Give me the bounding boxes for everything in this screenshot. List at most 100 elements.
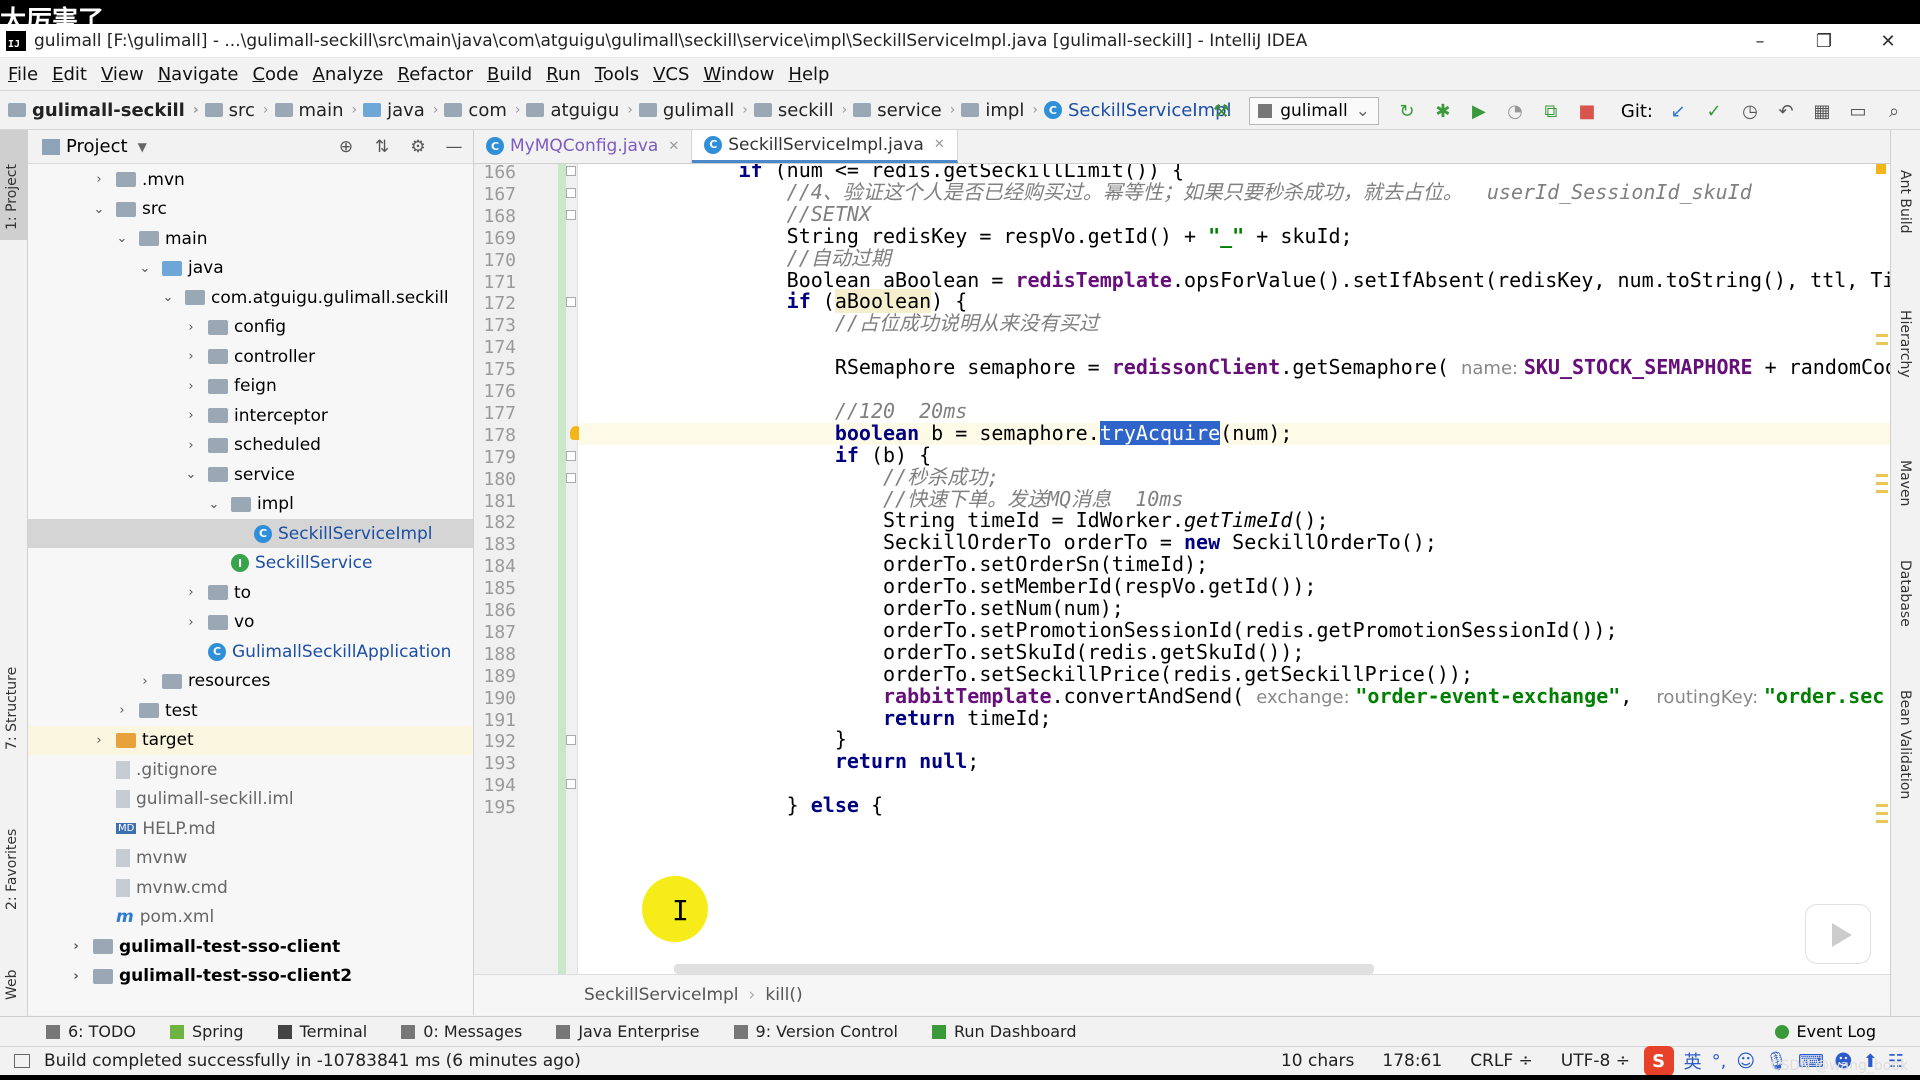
tool-java-enterprise[interactable]: Java Enterprise bbox=[556, 1022, 700, 1041]
minimize-button[interactable]: – bbox=[1728, 24, 1792, 58]
tool-project[interactable]: 1: Project bbox=[4, 164, 20, 230]
chevron-right-icon[interactable]: › bbox=[92, 733, 106, 748]
search-icon[interactable]: ⌕ bbox=[1883, 100, 1905, 122]
chevron-right-icon[interactable]: › bbox=[184, 379, 198, 394]
chevron-down-icon[interactable]: ▼ bbox=[138, 140, 147, 154]
tree-item[interactable]: ⌄ main bbox=[28, 224, 473, 253]
nav-crumb-main[interactable]: main › bbox=[274, 100, 357, 121]
tree-item[interactable]: › target bbox=[28, 725, 473, 755]
tree-item[interactable]: › controller bbox=[28, 342, 473, 371]
code-line[interactable]: //快速下单。发送MQ消息 10ms bbox=[594, 488, 1183, 511]
code-line[interactable]: //SETNX bbox=[594, 203, 871, 226]
menu-vcs[interactable]: VCS bbox=[653, 64, 689, 85]
code-line[interactable]: //120 20ms bbox=[594, 400, 967, 423]
menu-build[interactable]: Build bbox=[487, 64, 532, 85]
chevron-right-icon[interactable]: › bbox=[184, 408, 198, 423]
nav-crumb-module[interactable]: gulimall-seckill › bbox=[8, 100, 199, 121]
vcs-commit-icon[interactable]: ✓ bbox=[1703, 100, 1725, 122]
code-line[interactable]: orderTo.setOrderSn(timeId); bbox=[594, 553, 1208, 576]
code-line[interactable]: SeckillOrderTo orderTo = new SeckillOrde… bbox=[594, 531, 1437, 554]
tree-item[interactable]: mvnw.cmd bbox=[28, 873, 473, 902]
tool-favorites[interactable]: 2: Favorites bbox=[4, 829, 20, 910]
code-line[interactable]: orderTo.setMemberId(respVo.getId()); bbox=[594, 575, 1316, 598]
fold-marker[interactable] bbox=[566, 779, 576, 790]
fold-marker[interactable] bbox=[566, 297, 576, 308]
tree-item[interactable]: › gulimall-test-sso-client bbox=[28, 932, 473, 961]
rerun-icon[interactable]: ↻ bbox=[1396, 100, 1418, 122]
breadcrumb-class[interactable]: SeckillServiceImpl bbox=[584, 985, 739, 1005]
presentation-icon[interactable]: ▭ bbox=[1847, 100, 1869, 122]
tab-mymqconfig[interactable]: C MyMQConfig.java ✕ bbox=[474, 130, 693, 163]
tool-todo[interactable]: 6: TODO bbox=[46, 1022, 136, 1041]
menu-file[interactable]: File bbox=[8, 64, 38, 85]
nav-crumb-service[interactable]: service › bbox=[853, 100, 955, 121]
code-line[interactable]: //占位成功说明从来没有买过 bbox=[594, 312, 1099, 335]
tree-item[interactable]: › interceptor bbox=[28, 401, 473, 430]
tree-item[interactable]: › to bbox=[28, 578, 473, 607]
code-line[interactable]: //自动过期 bbox=[594, 247, 891, 270]
chevron-right-icon[interactable]: › bbox=[69, 939, 83, 954]
nav-crumb-impl[interactable]: impl › bbox=[961, 100, 1038, 121]
hide-panel-icon[interactable]: — bbox=[443, 136, 465, 158]
fold-marker[interactable] bbox=[566, 209, 576, 220]
locate-icon[interactable]: ⊕ bbox=[335, 136, 357, 158]
chevron-right-icon[interactable]: › bbox=[184, 320, 198, 335]
chevron-down-icon[interactable]: ⌄ bbox=[138, 261, 152, 276]
tool-spring[interactable]: Spring bbox=[169, 1022, 244, 1041]
status-toggle-icon[interactable] bbox=[14, 1054, 30, 1068]
tree-item[interactable]: › test bbox=[28, 696, 473, 725]
video-play-icon[interactable] bbox=[1805, 904, 1871, 964]
project-panel-title[interactable]: Project bbox=[66, 136, 128, 157]
chevron-right-icon[interactable]: › bbox=[92, 172, 106, 187]
fold-marker[interactable] bbox=[566, 450, 576, 461]
code-line[interactable]: Boolean aBoolean = redisTemplate.opsForV… bbox=[594, 269, 1890, 292]
tree-item[interactable]: › resources bbox=[28, 667, 473, 696]
code-area[interactable]: 166 167 168 169 170 171 172 173 174 175 176 177 178 1… bbox=[474, 164, 1890, 974]
coverage-icon[interactable]: ▶ bbox=[1468, 100, 1490, 122]
chevron-right-icon[interactable]: › bbox=[184, 585, 198, 600]
tree-item[interactable]: › feign bbox=[28, 372, 473, 401]
tree-item[interactable]: › scheduled bbox=[28, 431, 473, 460]
tool-version-control[interactable]: 9: Version Control bbox=[733, 1022, 898, 1041]
code-line[interactable]: String timeId = IdWorker.getTimeId(); bbox=[594, 509, 1329, 532]
code-line[interactable]: orderTo.setNum(num); bbox=[594, 597, 1124, 620]
ime-punctuation-icon[interactable]: °, bbox=[1712, 1051, 1727, 1072]
code-line[interactable]: if (b) { bbox=[594, 444, 931, 467]
code-line[interactable]: orderTo.setSeckillPrice(redis.getSeckill… bbox=[594, 663, 1473, 686]
code-line[interactable]: String redisKey = respVo.getId() + "_" +… bbox=[594, 225, 1353, 248]
tree-item[interactable]: C SeckillServiceImpl bbox=[28, 519, 473, 548]
tab-seckillserviceimpl[interactable]: C SeckillServiceImpl.java ✕ bbox=[692, 130, 958, 163]
menu-view[interactable]: View bbox=[101, 64, 144, 85]
nav-crumb-gulimall[interactable]: gulimall › bbox=[638, 100, 748, 121]
tree-item[interactable]: ⌄ service bbox=[28, 460, 473, 489]
tree-item[interactable]: ⌄ src bbox=[28, 195, 473, 224]
debug-bug-icon[interactable]: ✱ bbox=[1432, 100, 1454, 122]
code-line[interactable]: //秒杀成功; bbox=[594, 466, 999, 489]
tree-item[interactable]: C GulimallSeckillApplication bbox=[28, 637, 473, 666]
tree-item[interactable]: gulimall-seckill.iml bbox=[28, 785, 473, 814]
menu-navigate[interactable]: Navigate bbox=[158, 64, 239, 85]
collapse-all-icon[interactable]: ⇅ bbox=[371, 136, 393, 158]
code-line[interactable]: boolean b = semaphore.tryAcquire(num); bbox=[594, 420, 1292, 445]
tool-terminal[interactable]: Terminal bbox=[277, 1022, 367, 1041]
chevron-right-icon[interactable]: › bbox=[69, 969, 83, 984]
tool-web[interactable]: Web bbox=[4, 969, 20, 1000]
code-line[interactable]: return null; bbox=[594, 750, 980, 773]
tree-item[interactable]: ⌄ com.atguigu.gulimall.seckill bbox=[28, 283, 473, 312]
fold-marker[interactable] bbox=[566, 472, 576, 483]
nav-crumb-seckill[interactable]: seckill › bbox=[753, 100, 847, 121]
menu-help[interactable]: Help bbox=[788, 64, 829, 85]
menu-window[interactable]: Window bbox=[703, 64, 774, 85]
menu-run[interactable]: Run bbox=[546, 64, 581, 85]
tool-run-dashboard[interactable]: Run Dashboard bbox=[931, 1022, 1077, 1041]
tree-item[interactable]: mvnw bbox=[28, 844, 473, 873]
menu-edit[interactable]: Edit bbox=[52, 64, 87, 85]
nav-crumb-src[interactable]: src › bbox=[204, 100, 269, 121]
vcs-history-icon[interactable]: ◷ bbox=[1739, 100, 1761, 122]
tool-bean-validation[interactable]: Bean Validation bbox=[1897, 690, 1913, 799]
fold-marker[interactable] bbox=[566, 166, 576, 176]
restore-button[interactable]: ❐ bbox=[1792, 24, 1856, 58]
gear-icon[interactable]: ⚙ bbox=[407, 136, 429, 158]
sogou-ime-logo-icon[interactable]: S bbox=[1643, 1046, 1674, 1075]
warning-marker[interactable] bbox=[1876, 164, 1886, 174]
